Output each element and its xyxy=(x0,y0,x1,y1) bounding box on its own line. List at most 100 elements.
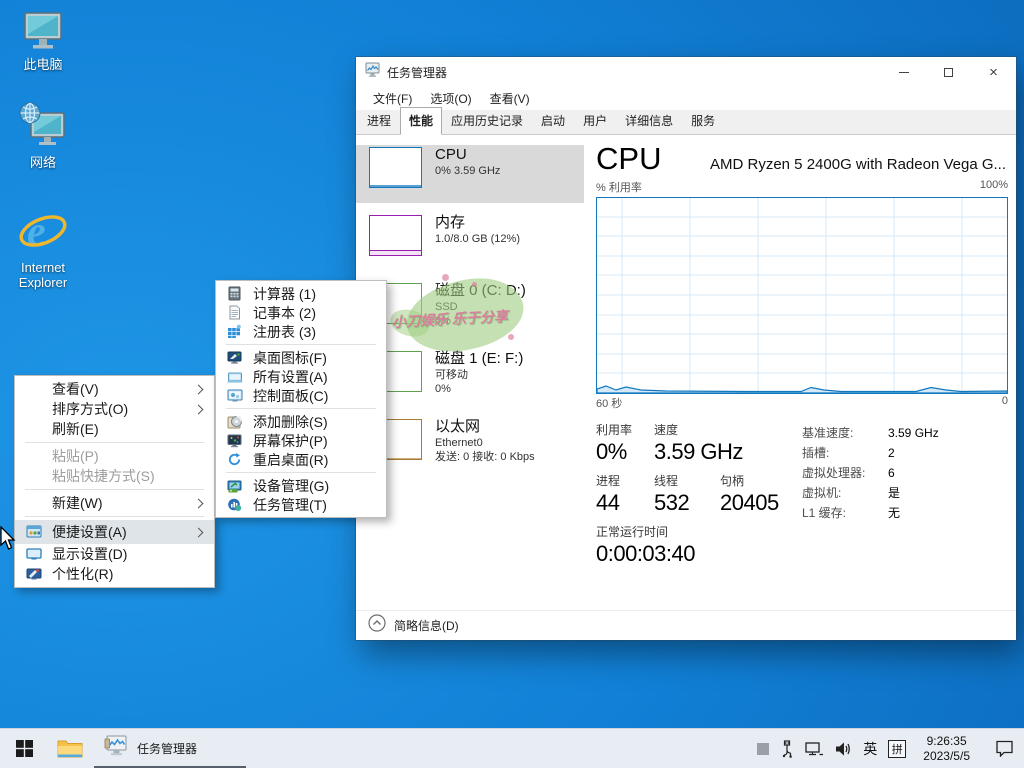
menu-separator xyxy=(25,516,204,517)
stat-handles: 句柄 20405 xyxy=(720,474,779,515)
network-tray-icon[interactable] xyxy=(805,729,824,768)
sidebar-item-disk1[interactable]: 磁盘 1 (E: F:) 可移动 0% xyxy=(356,349,584,407)
cpu-panel: CPU AMD Ryzen 5 2400G with Radeon Vega G… xyxy=(584,135,1016,610)
taskbar-clock[interactable]: 9:26:35 2023/5/5 xyxy=(917,734,976,764)
detail-sockets: 插槽: 2 xyxy=(802,446,895,460)
memory-minigraph xyxy=(369,215,422,256)
volume-tray-icon[interactable] xyxy=(835,729,852,768)
restart-desktop-icon xyxy=(227,452,243,468)
screensaver-icon xyxy=(227,433,243,449)
tab-processes[interactable]: 进程 xyxy=(358,107,400,135)
graph-y-label: % 利用率 xyxy=(596,182,642,194)
menu-item-control-panel[interactable]: 控制面板(C) xyxy=(216,386,386,405)
quick-settings-submenu: 计算器 (1) 记事本 (2) 注册表 (3) 桌面图标(F) 所有设置(A) … xyxy=(215,280,387,518)
calculator-icon xyxy=(227,286,243,302)
quick-settings-icon xyxy=(26,524,42,540)
cpu-minigraph xyxy=(369,147,422,188)
minimize-button[interactable] xyxy=(881,57,926,87)
control-panel-icon xyxy=(227,388,243,404)
task-manager-taskbar-icon xyxy=(104,735,128,762)
system-tray: 英 拼 9:26:35 2023/5/5 xyxy=(757,729,1024,768)
language-indicator[interactable]: 英 xyxy=(863,729,877,768)
menu-item-desktop-icons[interactable]: 桌面图标(F) xyxy=(216,348,386,367)
submenu-arrow-icon xyxy=(193,404,204,414)
action-center-button[interactable] xyxy=(995,729,1014,768)
desktop-icon-network[interactable]: 网络 xyxy=(0,100,86,170)
hidden-app-icon xyxy=(757,742,770,755)
graph-x-right: 0 xyxy=(1001,395,1008,407)
svg-text:e: e xyxy=(27,209,46,255)
detail-l1-cache: L1 缓存: 无 xyxy=(802,506,901,520)
menu-item-calculator[interactable]: 计算器 (1) xyxy=(216,284,386,303)
menu-item-personalize[interactable]: 个性化(R) xyxy=(15,564,214,584)
menu-item-quick-settings[interactable]: 便捷设置(A) xyxy=(15,520,214,544)
menu-separator xyxy=(226,408,376,409)
maximize-button[interactable] xyxy=(926,57,971,87)
internet-explorer-icon: e xyxy=(0,205,86,257)
file-explorer-icon xyxy=(57,740,83,757)
menu-separator xyxy=(25,442,204,443)
menu-item-device-manager[interactable]: 设备管理(G) xyxy=(216,476,386,495)
menu-separator xyxy=(226,344,376,345)
stat-uptime: 正常运行时间 0:00:03:40 xyxy=(596,525,695,566)
taskbar-button-label: 任务管理器 xyxy=(137,742,198,756)
close-button[interactable]: × xyxy=(971,57,1016,87)
submenu-arrow-icon xyxy=(193,384,204,394)
add-remove-icon xyxy=(227,414,243,430)
desktop-icons-icon xyxy=(227,350,243,366)
sidebar-item-memory[interactable]: 内存 1.0/8.0 GB (12%) xyxy=(356,213,584,271)
hidden-icons-button[interactable] xyxy=(757,729,770,768)
taskbar-button-task-manager[interactable]: 任务管理器 xyxy=(92,729,248,768)
tab-strip: 进程 性能 应用历史记录 启动 用户 详细信息 服务 xyxy=(356,107,1016,135)
menu-item-screensaver[interactable]: 屏幕保护(P) xyxy=(216,431,386,450)
device-manager-icon xyxy=(227,478,243,494)
all-settings-icon xyxy=(227,369,243,385)
tab-startup[interactable]: 启动 xyxy=(532,107,574,135)
menu-item-registry[interactable]: 注册表 (3) xyxy=(216,322,386,341)
sidebar-item-ethernet[interactable]: 以太网 Ethernet0 发送: 0 接收: 0 Kbps xyxy=(356,417,584,475)
title-bar[interactable]: 任务管理器 × xyxy=(356,57,1016,87)
menu-item-add-remove[interactable]: 添加删除(S) xyxy=(216,412,386,431)
menu-item-new[interactable]: 新建(W) xyxy=(15,493,214,513)
chevron-up-circle-icon xyxy=(368,614,386,637)
sidebar-item-cpu[interactable]: CPU 0% 3.59 GHz xyxy=(356,145,584,203)
performance-sidebar: CPU 0% 3.59 GHz 内存 1.0/8.0 GB (12%) 磁盘 0… xyxy=(356,135,584,610)
sidebar-item-disk0[interactable]: 磁盘 0 (C: D:) SSD 0% xyxy=(356,281,584,339)
menu-item-display-settings[interactable]: 显示设置(D) xyxy=(15,544,214,564)
start-button[interactable] xyxy=(0,729,48,768)
stat-threads: 线程 532 xyxy=(654,474,690,515)
tab-services[interactable]: 服务 xyxy=(682,107,724,135)
tab-users[interactable]: 用户 xyxy=(574,107,616,135)
cpu-details: 基准速度: 3.59 GHz 插槽: 2 虚拟处理器: 6 虚拟机: 是 L1 … xyxy=(792,423,1008,576)
network-icon xyxy=(0,100,86,152)
menu-item-restart-desktop[interactable]: 重启桌面(R) xyxy=(216,450,386,469)
usb-tray-icon[interactable] xyxy=(780,729,794,768)
submenu-arrow-icon xyxy=(193,498,204,508)
desktop-context-menu: 查看(V) 排序方式(O) 刷新(E) 粘贴(P) 粘贴快捷方式(S) 新建(W… xyxy=(14,375,215,588)
summary-toggle[interactable]: 简略信息(D) xyxy=(356,610,1016,640)
tab-app-history[interactable]: 应用历史记录 xyxy=(442,107,532,135)
display-settings-icon xyxy=(25,546,42,562)
file-explorer-button[interactable] xyxy=(48,729,92,768)
menu-item-refresh[interactable]: 刷新(E) xyxy=(15,419,214,439)
menu-item-notepad[interactable]: 记事本 (2) xyxy=(216,303,386,322)
tab-performance[interactable]: 性能 xyxy=(400,107,443,135)
menu-item-task-manager[interactable]: 任务管理(T) xyxy=(216,495,386,514)
desktop-icon-label: 网络 xyxy=(29,155,56,170)
desktop-icon-internet-explorer[interactable]: e Internet Explorer xyxy=(0,205,86,290)
ime-indicator[interactable]: 拼 xyxy=(888,739,907,758)
menu-item-paste[interactable]: 粘贴(P) xyxy=(15,446,214,466)
desktop-icon-this-pc[interactable]: 此电脑 xyxy=(0,8,86,72)
cpu-usage-graph[interactable] xyxy=(584,197,1016,394)
tab-details[interactable]: 详细信息 xyxy=(616,107,682,135)
menu-item-all-settings[interactable]: 所有设置(A) xyxy=(216,367,386,386)
detail-base-speed: 基准速度: 3.59 GHz xyxy=(802,426,939,440)
task-manager-app-icon xyxy=(365,62,381,83)
desktop-icon-label: Internet Explorer xyxy=(18,260,68,290)
action-center-icon xyxy=(996,740,1013,757)
menu-item-sort-by[interactable]: 排序方式(O) xyxy=(15,399,214,419)
menu-item-view[interactable]: 查看(V) xyxy=(15,379,214,399)
menu-item-paste-shortcut[interactable]: 粘贴快捷方式(S) xyxy=(15,466,214,486)
graph-x-left: 60 秒 xyxy=(596,398,623,410)
desktop-icon-label: 此电脑 xyxy=(23,57,63,72)
